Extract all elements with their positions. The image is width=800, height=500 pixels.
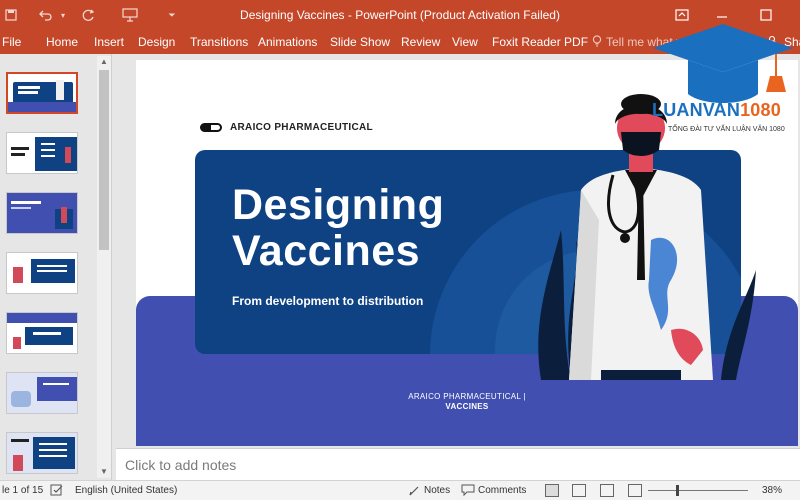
scroll-down-icon[interactable]: ▼	[97, 466, 111, 478]
tab-slide-show[interactable]: Slide Show	[330, 35, 390, 49]
slide-counter: le 1 of 15	[2, 485, 44, 496]
tab-foxit-reader-pdf[interactable]: Foxit Reader PDF	[492, 35, 588, 49]
tab-insert[interactable]: Insert	[94, 35, 124, 49]
tab-animations[interactable]: Animations	[258, 35, 317, 49]
scrollbar-thumb[interactable]	[99, 70, 109, 250]
comments-toggle[interactable]: Comments	[478, 485, 526, 496]
logo-tagline: TỔNG ĐÀI TƯ VẤN LUẬN VĂN 1080	[668, 126, 785, 133]
capsule-icon	[200, 123, 222, 132]
notes-toggle[interactable]: Notes	[424, 485, 450, 496]
tab-transitions[interactable]: Transitions	[190, 35, 248, 49]
logo-name-part-1: LUANVAN	[652, 100, 741, 120]
normal-view-icon[interactable]	[545, 484, 559, 497]
logo-name-part-2: 1080	[740, 100, 781, 120]
slide-footer-line-2: VACCINES	[445, 402, 489, 411]
brand-name: ARAICO PHARMACEUTICAL	[230, 122, 373, 133]
slide-thumbnail-6[interactable]	[6, 372, 78, 414]
reading-view-icon[interactable]	[600, 484, 614, 497]
slide-sorter-view-icon[interactable]	[572, 484, 586, 497]
tab-review[interactable]: Review	[401, 35, 440, 49]
slide-thumbnail-4[interactable]	[6, 252, 78, 294]
slide-subtitle[interactable]: From development to distribution	[232, 294, 423, 308]
tab-file[interactable]: File	[2, 35, 21, 49]
slide-show-view-icon[interactable]	[628, 484, 642, 497]
slide-thumbnail-3[interactable]	[6, 192, 78, 234]
slide-thumbnail-7[interactable]	[6, 432, 78, 474]
slide-brand: ARAICO PHARMACEUTICAL	[200, 122, 373, 133]
thumbnails-scrollbar[interactable]: ▲ ▼	[97, 56, 111, 478]
slide-thumbnail-1[interactable]	[6, 72, 78, 114]
notes-placeholder: Click to add notes	[125, 457, 237, 473]
notes-pane[interactable]: Click to add notes	[116, 448, 800, 480]
slide-thumbnail-2[interactable]	[6, 132, 78, 174]
tab-view[interactable]: View	[452, 35, 478, 49]
status-bar: le 1 of 15 English (United States) Notes…	[0, 480, 800, 500]
tab-home[interactable]: Home	[46, 35, 78, 49]
zoom-slider[interactable]	[648, 490, 748, 491]
scroll-up-icon[interactable]: ▲	[97, 56, 111, 68]
zoom-level[interactable]: 38%	[762, 485, 782, 496]
luanvan1080-logo	[653, 24, 793, 103]
comments-icon[interactable]	[461, 483, 475, 500]
language-indicator[interactable]: English (United States)	[75, 485, 177, 496]
notes-icon[interactable]	[408, 483, 420, 500]
slide-thumbnail-5[interactable]	[6, 312, 78, 354]
slide-title[interactable]: Designing Vaccines	[232, 182, 444, 274]
slide-thumbnails-pane	[0, 54, 112, 480]
spelling-check-icon[interactable]	[50, 483, 64, 500]
zoom-slider-thumb[interactable]	[676, 485, 679, 496]
slide-title-line-1: Designing	[232, 181, 445, 229]
logo-wordmark: LUANVAN1080	[652, 100, 781, 121]
slide-title-line-2: Vaccines	[232, 227, 421, 275]
tab-design[interactable]: Design	[138, 35, 175, 49]
slide-footer-line-1: ARAICO PHARMACEUTICAL |	[408, 392, 526, 401]
lightbulb-icon	[592, 35, 602, 50]
